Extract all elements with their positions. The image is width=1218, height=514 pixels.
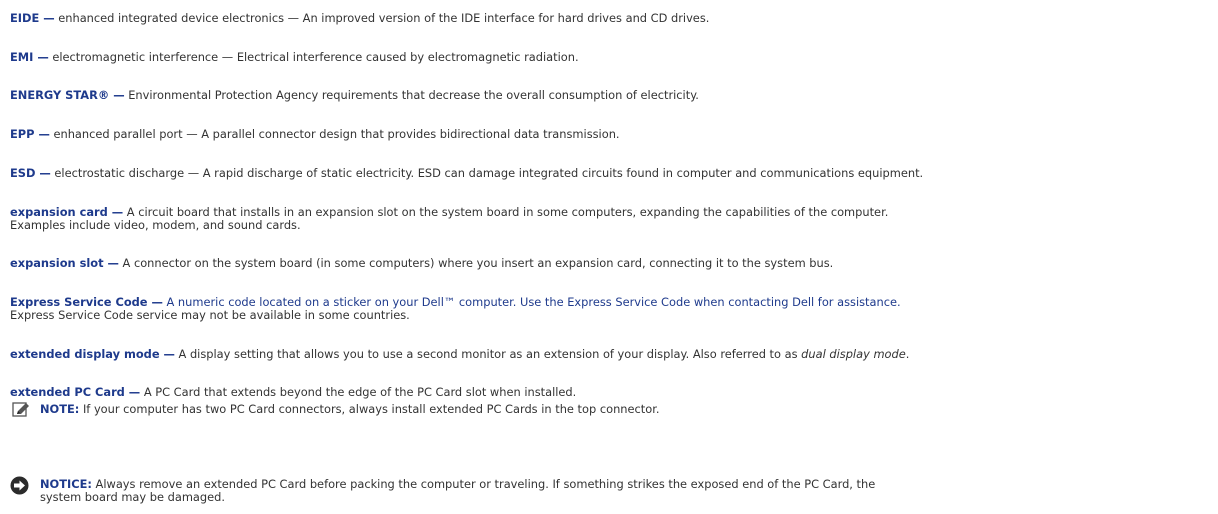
glossary-definition: Environmental Protection Agency requirem…: [124, 88, 699, 102]
glossary-term: expansion card —: [10, 205, 124, 219]
glossary-term: EMI —: [10, 50, 49, 64]
glossary-term: expansion slot —: [10, 256, 119, 270]
glossary-term: EPP —: [10, 127, 50, 141]
glossary-definition-continued: Examples include video, modem, and sound…: [10, 218, 301, 232]
glossary-definition: A circuit board that installs in an expa…: [123, 205, 889, 219]
glossary-definition: electrostatic discharge — A rapid discha…: [50, 166, 924, 180]
glossary-definition-italic: dual display mode: [801, 347, 906, 361]
glossary-definition-end: .: [905, 347, 910, 361]
notice-text-continued: system board may be damaged.: [40, 490, 225, 504]
glossary-term: ENERGY STAR® —: [10, 88, 125, 102]
glossary-entry-extended-pc-card: extended PC Card — A PC Card that extend…: [10, 386, 1214, 399]
notice-text: Always remove an extended PC Card before…: [91, 477, 876, 491]
notice-label: NOTICE:: [40, 477, 92, 491]
pencil-note-icon: [12, 402, 29, 417]
glossary-entry-expansion-card: expansion card — A circuit board that in…: [10, 206, 1214, 232]
glossary-term: EIDE —: [10, 11, 55, 25]
glossary-term: extended PC Card —: [10, 385, 141, 399]
glossary-entry-express-service-code: Express Service Code — A numeric code lo…: [10, 296, 1214, 322]
glossary-definition-continued: Express Service Code service may not be …: [10, 308, 410, 322]
notice-arrow-icon: [10, 476, 29, 495]
glossary-definition: enhanced integrated device electronics —…: [54, 11, 710, 25]
glossary-term: ESD —: [10, 166, 51, 180]
glossary-definition: A numeric code located on a sticker on y…: [162, 295, 901, 309]
glossary-definition: A display setting that allows you to use…: [174, 347, 802, 361]
note-text: If your computer has two PC Card connect…: [79, 402, 660, 416]
glossary-term: Express Service Code —: [10, 295, 163, 309]
glossary-entry-emi: EMI — electromagnetic interference — Ele…: [10, 51, 1214, 64]
glossary-entry-eide: EIDE — enhanced integrated device electr…: [10, 12, 1214, 25]
glossary-entry-extended-display-mode: extended display mode — A display settin…: [10, 348, 1214, 361]
glossary-page: EIDE — enhanced integrated device electr…: [0, 0, 1218, 514]
glossary-entry-esd: ESD — electrostatic discharge — A rapid …: [10, 167, 1214, 180]
glossary-definition: electromagnetic interference — Electrica…: [48, 50, 579, 64]
glossary-definition: A connector on the system board (in some…: [118, 256, 834, 270]
glossary-entry-expansion-slot: expansion slot — A connector on the syst…: [10, 257, 1214, 270]
glossary-entry-epp: EPP — enhanced parallel port — A paralle…: [10, 128, 1214, 141]
glossary-term: extended display mode —: [10, 347, 175, 361]
glossary-definition: enhanced parallel port — A parallel conn…: [49, 127, 620, 141]
glossary-entry-energy-star: ENERGY STAR® — Environmental Protection …: [10, 89, 1214, 102]
note-label: NOTE:: [40, 402, 80, 416]
glossary-definition: A PC Card that extends beyond the edge o…: [140, 385, 577, 399]
